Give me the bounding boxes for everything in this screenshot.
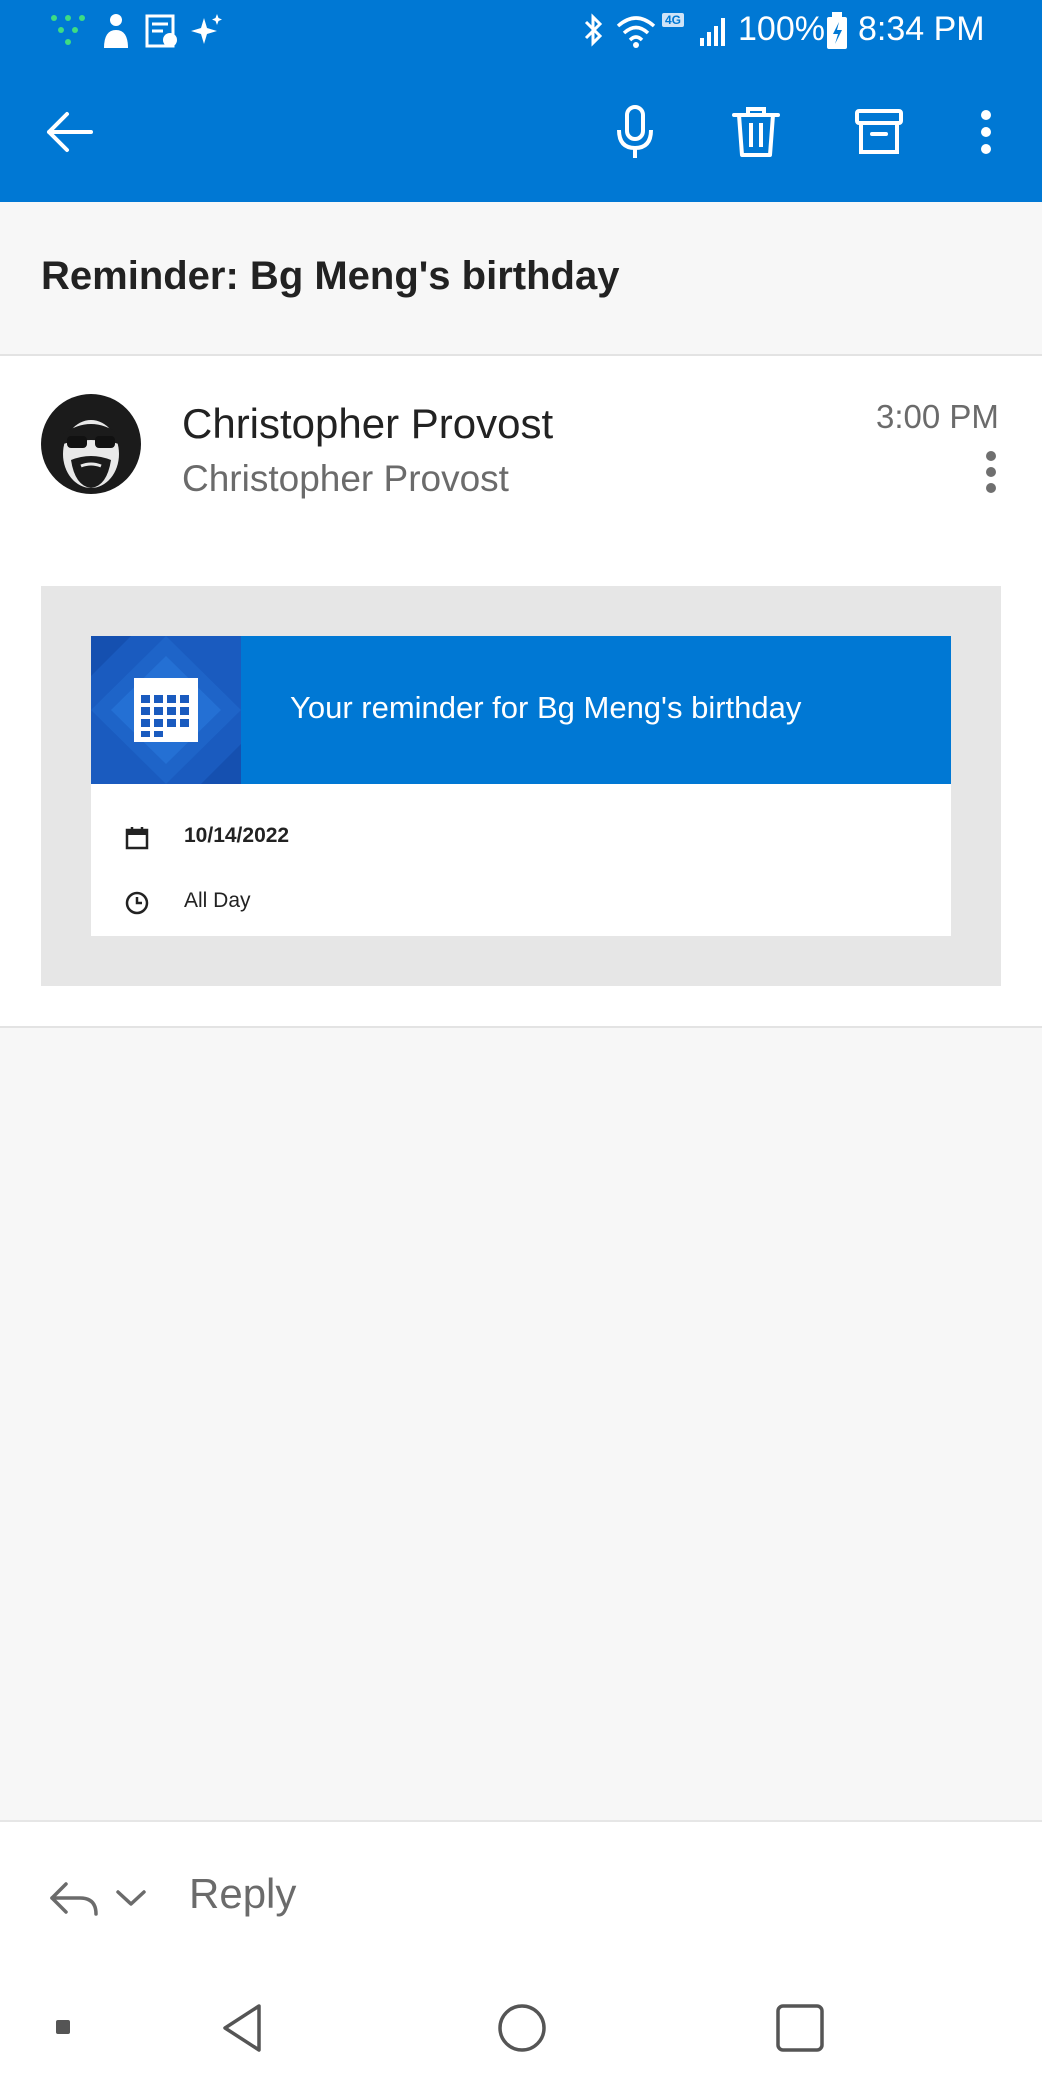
reply-bar: Reply — [0, 1820, 1042, 1972]
trash-icon — [732, 107, 780, 157]
reminder-title: Your reminder for Bg Meng's birthday — [290, 690, 802, 725]
overflow-menu-button[interactable] — [948, 94, 1024, 170]
battery-percent: 100% — [738, 10, 825, 48]
reminder-card-container: Your reminder for Bg Meng's birthday 10/… — [41, 586, 1001, 986]
reply-options-button[interactable] — [46, 1872, 156, 1922]
reminder-card-header: Your reminder for Bg Meng's birthday — [91, 636, 951, 784]
triangle-back-icon — [223, 2004, 261, 2052]
reminder-date: 10/14/2022 — [184, 824, 290, 847]
email-subject: Reminder: Bg Meng's birthday — [41, 254, 620, 298]
battery-charging-icon — [827, 12, 847, 49]
dots-app-icon — [51, 15, 85, 45]
reply-arrow-icon — [50, 1882, 146, 1916]
archive-button[interactable] — [841, 94, 917, 170]
network-badge: 4G — [662, 13, 685, 27]
message-options-button[interactable] — [974, 450, 1008, 500]
person-app-icon — [104, 14, 128, 48]
calendar-icon — [134, 678, 198, 742]
circle-home-icon — [498, 2004, 546, 2052]
clock: 8:34 PM — [858, 10, 985, 48]
dictation-button[interactable] — [597, 94, 673, 170]
message-time: 3:00 PM — [876, 398, 999, 435]
chevron-down-icon — [116, 1890, 146, 1906]
sparkle-icon — [191, 14, 222, 44]
app-toolbar — [0, 62, 1042, 202]
subject-bar: Reminder: Bg Meng's birthday — [0, 202, 1042, 356]
calendar-badge — [91, 636, 241, 784]
recipient-name: Christopher Provost — [182, 458, 509, 499]
nav-back-button[interactable] — [215, 2000, 271, 2056]
microphone-icon — [617, 105, 653, 158]
status-bar: 4G 100% 8:34 PM — [0, 0, 1042, 62]
reminder-time: All Day — [184, 889, 251, 912]
back-button[interactable] — [32, 94, 108, 170]
system-nav-bar — [0, 1970, 1042, 2084]
delete-button[interactable] — [718, 94, 794, 170]
clock-icon — [125, 891, 149, 915]
document-alert-icon — [145, 14, 177, 48]
back-arrow-icon — [47, 112, 93, 152]
wifi-icon — [616, 16, 656, 48]
overflow-menu-icon — [981, 110, 991, 154]
avatar — [41, 394, 141, 494]
bluetooth-icon — [584, 13, 603, 47]
nav-home-button[interactable] — [494, 2000, 550, 2056]
square-recents-icon — [776, 2004, 824, 2052]
reminder-card: Your reminder for Bg Meng's birthday 10/… — [91, 636, 951, 936]
sender-avatar[interactable] — [41, 394, 141, 494]
nav-recents-button[interactable] — [772, 2000, 828, 2056]
message-body: Christopher Provost Christopher Provost … — [0, 356, 1042, 1028]
small-calendar-icon — [125, 827, 149, 850]
archive-icon — [855, 109, 903, 154]
sender-name: Christopher Provost — [182, 400, 554, 447]
vertical-dots-icon — [986, 451, 996, 493]
nav-dot-icon — [56, 2020, 70, 2034]
reply-button[interactable]: Reply — [189, 1870, 296, 1918]
cellular-signal-icon — [700, 18, 725, 46]
